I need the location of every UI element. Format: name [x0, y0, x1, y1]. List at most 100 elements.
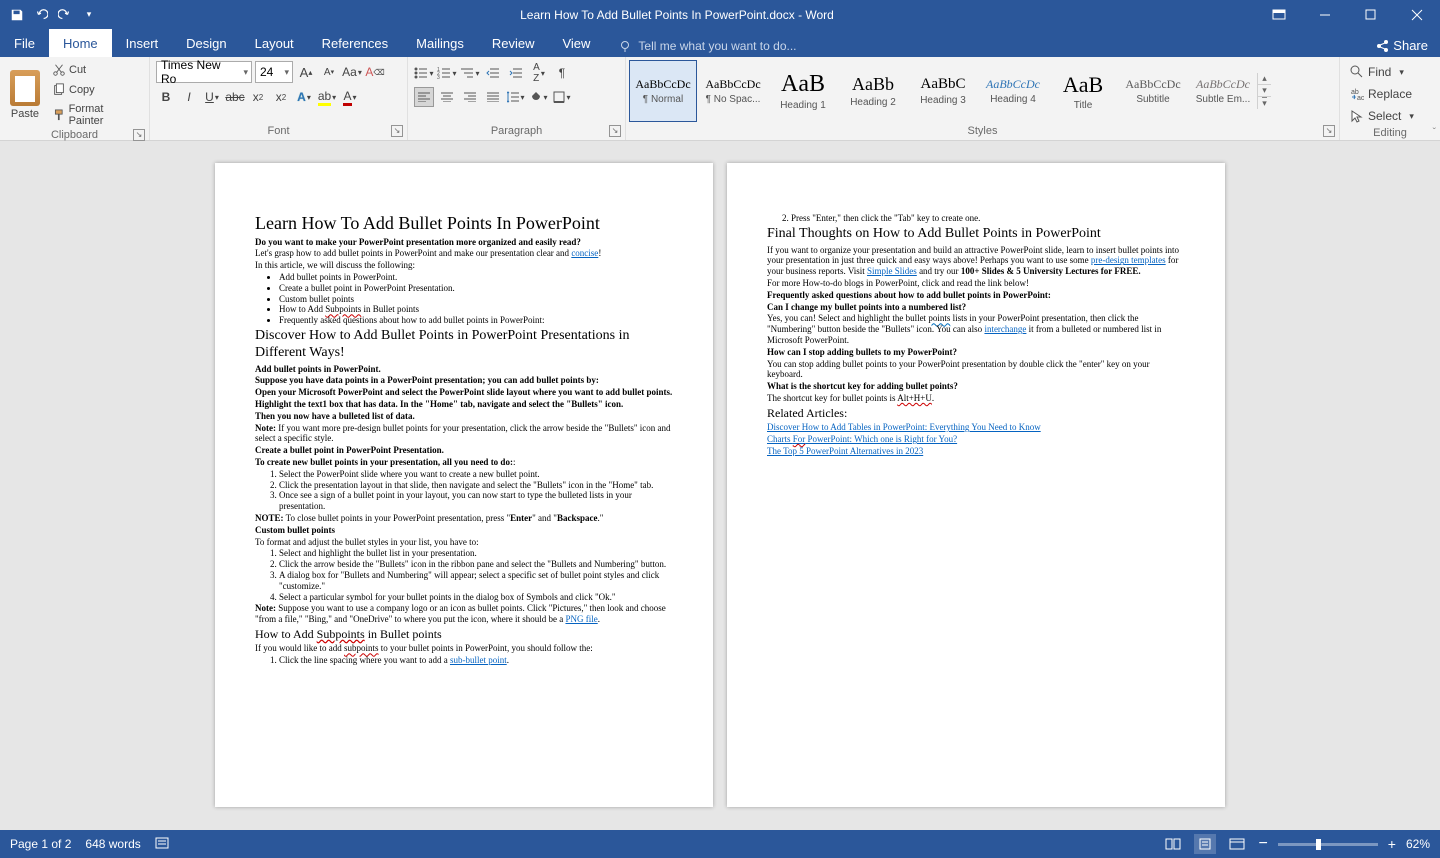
styles-launcher-icon[interactable]: ↘: [1323, 125, 1335, 137]
font-color-icon[interactable]: A: [340, 87, 360, 107]
ribbon-display-options-icon[interactable]: [1256, 9, 1302, 21]
web-layout-icon[interactable]: [1226, 834, 1248, 854]
subscript-button[interactable]: x2: [248, 87, 268, 107]
superscript-button[interactable]: x2: [271, 87, 291, 107]
collapse-ribbon-icon[interactable]: ˇ: [1433, 127, 1436, 138]
qat-customize-icon[interactable]: ▾: [80, 6, 98, 24]
related-link[interactable]: Charts For PowerPoint: Which one is Righ…: [767, 434, 957, 444]
status-page[interactable]: Page 1 of 2: [10, 837, 71, 851]
justify-icon[interactable]: [483, 87, 503, 107]
zoom-slider[interactable]: [1278, 843, 1378, 846]
multilevel-list-icon[interactable]: [460, 63, 480, 83]
style-item[interactable]: AaBbCcDcSubtle Em...: [1189, 60, 1257, 122]
link-simple-slides[interactable]: Simple Slides: [867, 266, 917, 276]
replace-button[interactable]: abacReplace: [1346, 83, 1416, 105]
related-link[interactable]: The Top 5 PowerPoint Alternatives in 202…: [767, 446, 923, 456]
shrink-font-icon[interactable]: A▾: [319, 62, 339, 82]
style-item[interactable]: AaBbCcDcSubtitle: [1119, 60, 1187, 122]
align-left-icon[interactable]: [414, 87, 434, 107]
clipboard-launcher-icon[interactable]: ↘: [133, 129, 145, 141]
style-item[interactable]: AaBbCcDc¶ No Spac...: [699, 60, 767, 122]
list-item: Click the line spacing where you want to…: [279, 655, 673, 666]
tab-home[interactable]: Home: [49, 29, 112, 57]
tab-view[interactable]: View: [548, 29, 604, 57]
status-words[interactable]: 648 words: [85, 837, 140, 851]
paragraph-launcher-icon[interactable]: ↘: [609, 125, 621, 137]
clear-formatting-icon[interactable]: A⌫: [365, 62, 385, 82]
maximize-button[interactable]: [1348, 0, 1394, 29]
tab-mailings[interactable]: Mailings: [402, 29, 478, 57]
close-button[interactable]: [1394, 0, 1440, 29]
italic-button[interactable]: I: [179, 87, 199, 107]
doc-text: Custom bullet points: [255, 525, 335, 535]
cut-button[interactable]: Cut: [48, 61, 143, 79]
link-interchange[interactable]: interchange: [984, 324, 1026, 334]
tab-review[interactable]: Review: [478, 29, 549, 57]
align-center-icon[interactable]: [437, 87, 457, 107]
show-hide-icon[interactable]: ¶: [552, 63, 572, 83]
styles-up-icon[interactable]: ▴: [1258, 73, 1271, 84]
change-case-icon[interactable]: Aa: [342, 62, 362, 82]
zoom-in-icon[interactable]: +: [1388, 836, 1396, 852]
font-launcher-icon[interactable]: ↘: [391, 125, 403, 137]
style-preview: AaBbCcDc: [986, 77, 1040, 92]
font-name-combo[interactable]: Times New Ro: [156, 61, 252, 83]
link-concise[interactable]: concise: [571, 248, 598, 258]
bold-button[interactable]: B: [156, 87, 176, 107]
sort-icon[interactable]: AZ: [529, 63, 549, 83]
link-predesign-templates[interactable]: pre-design templates: [1091, 255, 1166, 265]
align-right-icon[interactable]: [460, 87, 480, 107]
paste-button[interactable]: Paste: [6, 68, 44, 122]
format-painter-button[interactable]: Format Painter: [48, 101, 143, 129]
minimize-button[interactable]: [1302, 0, 1348, 29]
tell-me-search[interactable]: Tell me what you want to do...: [618, 39, 796, 57]
link-png-file[interactable]: PNG file: [565, 614, 597, 624]
borders-icon[interactable]: [552, 87, 572, 107]
increase-indent-icon[interactable]: [506, 63, 526, 83]
redo-icon[interactable]: [56, 6, 74, 24]
find-button[interactable]: Find▾: [1346, 61, 1408, 83]
text-effects-icon[interactable]: A: [294, 87, 314, 107]
grow-font-icon[interactable]: A▴: [296, 62, 316, 82]
tab-design[interactable]: Design: [172, 29, 240, 57]
strikethrough-button[interactable]: abc: [225, 87, 245, 107]
tab-file[interactable]: File: [0, 29, 49, 57]
style-item[interactable]: AaBTitle: [1049, 60, 1117, 122]
tab-insert[interactable]: Insert: [112, 29, 173, 57]
decrease-indent-icon[interactable]: [483, 63, 503, 83]
numbering-icon[interactable]: 123: [437, 63, 457, 83]
highlight-color-icon[interactable]: ab: [317, 87, 337, 107]
select-button[interactable]: Select▾: [1346, 105, 1418, 127]
save-icon[interactable]: [8, 6, 26, 24]
read-mode-icon[interactable]: [1162, 834, 1184, 854]
zoom-out-icon[interactable]: −: [1258, 835, 1267, 853]
share-label: Share: [1393, 38, 1428, 53]
style-item[interactable]: AaBbHeading 2: [839, 60, 907, 122]
zoom-level[interactable]: 62%: [1406, 837, 1430, 851]
related-link[interactable]: Discover How to Add Tables in PowerPoint…: [767, 422, 1041, 432]
tab-layout[interactable]: Layout: [241, 29, 308, 57]
bullets-icon[interactable]: [414, 63, 434, 83]
styles-down-icon[interactable]: ▾: [1258, 84, 1271, 96]
document-area[interactable]: Learn How To Add Bullet Points In PowerP…: [0, 141, 1440, 830]
style-item[interactable]: AaBbCcDcHeading 4: [979, 60, 1047, 122]
share-button[interactable]: Share: [1363, 34, 1440, 57]
proofing-icon[interactable]: [155, 836, 171, 853]
paste-icon: [10, 70, 40, 106]
style-item[interactable]: AaBbCHeading 3: [909, 60, 977, 122]
style-item[interactable]: AaBHeading 1: [769, 60, 837, 122]
print-layout-icon[interactable]: [1194, 834, 1216, 854]
underline-button[interactable]: U: [202, 87, 222, 107]
shading-icon[interactable]: [529, 87, 549, 107]
styles-scroll[interactable]: ▴ ▾ ▾: [1257, 73, 1271, 109]
list-item: Once see a sign of a bullet point in you…: [279, 490, 673, 512]
style-item[interactable]: AaBbCcDc¶ Normal: [629, 60, 697, 122]
copy-button[interactable]: Copy: [48, 81, 143, 99]
font-size-combo[interactable]: 24: [255, 61, 293, 83]
line-spacing-icon[interactable]: [506, 87, 526, 107]
undo-icon[interactable]: [32, 6, 50, 24]
styles-more-icon[interactable]: ▾: [1258, 96, 1271, 109]
tab-references[interactable]: References: [308, 29, 402, 57]
doc-text: For more How-to-do blogs in PowerPoint, …: [767, 278, 1185, 289]
link-sub-bullet[interactable]: sub-bullet point: [450, 655, 507, 665]
